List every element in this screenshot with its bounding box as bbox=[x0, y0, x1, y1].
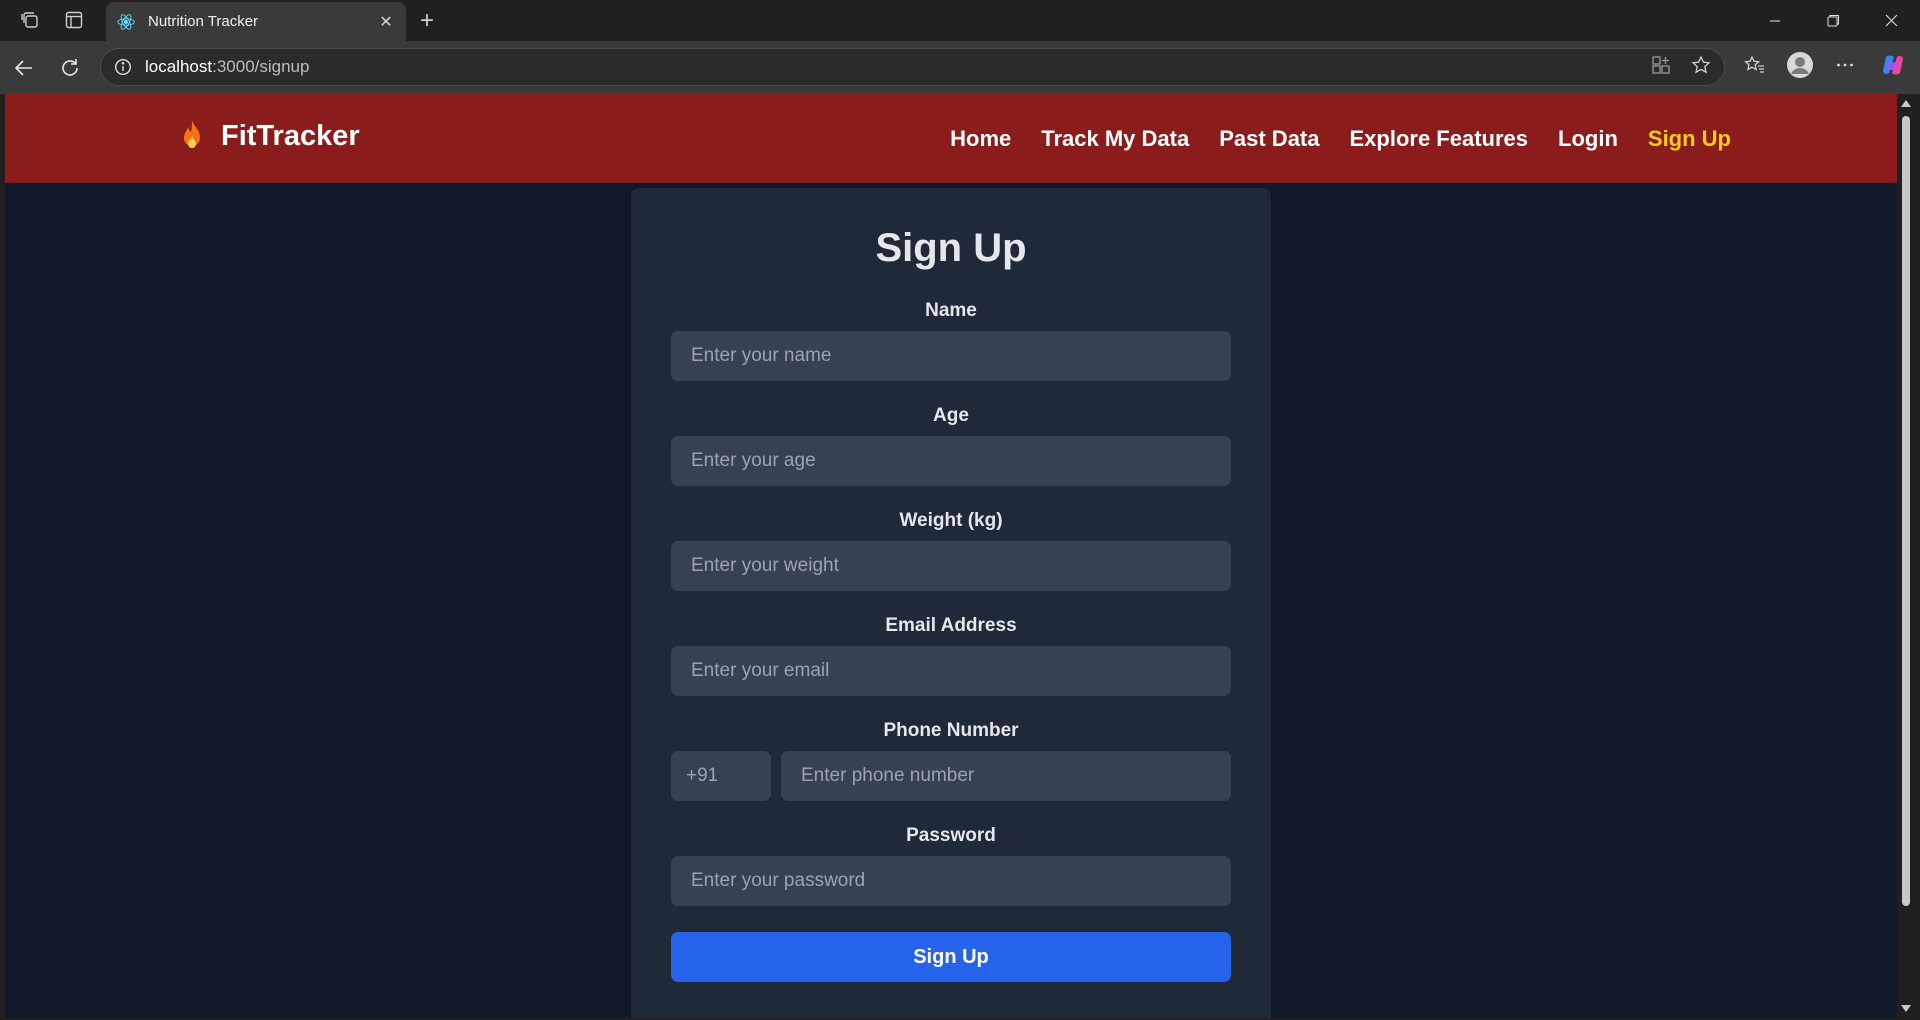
reload-icon[interactable] bbox=[57, 55, 83, 81]
react-favicon-icon bbox=[116, 12, 136, 32]
form-title: Sign Up bbox=[875, 226, 1027, 270]
page-viewport: FitTracker Home Track My Data Past Data … bbox=[5, 94, 1897, 1018]
close-window-icon[interactable] bbox=[1862, 0, 1920, 41]
more-options-icon[interactable] bbox=[1830, 50, 1860, 80]
nav-link-explore-features[interactable]: Explore Features bbox=[1350, 126, 1529, 152]
scroll-up-arrow-icon[interactable] bbox=[1901, 100, 1911, 107]
name-input[interactable] bbox=[671, 331, 1231, 381]
back-icon[interactable] bbox=[11, 55, 37, 81]
url-path: :3000/signup bbox=[212, 57, 310, 76]
workspaces-icon[interactable] bbox=[19, 9, 41, 31]
email-label: Email Address bbox=[885, 615, 1017, 636]
nav-link-login[interactable]: Login bbox=[1558, 126, 1618, 152]
password-label: Password bbox=[906, 825, 996, 846]
flame-icon bbox=[184, 120, 200, 148]
sign-up-button[interactable]: Sign Up bbox=[671, 932, 1231, 982]
brand-logo[interactable]: FitTracker bbox=[177, 119, 360, 153]
brand-name: FitTracker bbox=[221, 119, 360, 152]
age-label: Age bbox=[933, 405, 969, 426]
active-tab[interactable]: Nutrition Tracker ✕ bbox=[106, 2, 406, 41]
app-available-icon[interactable] bbox=[1646, 50, 1676, 80]
age-input[interactable] bbox=[671, 436, 1231, 486]
new-tab-icon[interactable]: + bbox=[414, 7, 440, 34]
name-label: Name bbox=[925, 300, 977, 321]
weight-label: Weight (kg) bbox=[899, 510, 1003, 531]
browser-tab-bar: Nutrition Tracker ✕ + bbox=[0, 0, 1920, 41]
close-tab-icon[interactable]: ✕ bbox=[376, 12, 396, 32]
copilot-icon[interactable] bbox=[1878, 50, 1908, 80]
favorite-star-icon[interactable] bbox=[1686, 50, 1716, 80]
tab-title: Nutrition Tracker bbox=[148, 13, 259, 30]
site-navbar: FitTracker Home Track My Data Past Data … bbox=[5, 94, 1897, 183]
nav-link-track-my-data[interactable]: Track My Data bbox=[1041, 126, 1189, 152]
signup-card: Sign Up Name Age Weight (kg) Email Addre… bbox=[631, 188, 1271, 1018]
nav-link-sign-up[interactable]: Sign Up bbox=[1648, 126, 1731, 152]
weight-input[interactable] bbox=[671, 541, 1231, 591]
vertical-tabs-icon[interactable] bbox=[63, 9, 85, 31]
favorites-icon[interactable] bbox=[1740, 50, 1770, 80]
page-scrollbar[interactable] bbox=[1897, 94, 1915, 1018]
nav-link-past-data[interactable]: Past Data bbox=[1219, 126, 1319, 152]
main-menu: Home Track My Data Past Data Explore Fea… bbox=[950, 94, 1731, 183]
country-code-field[interactable]: +91 bbox=[671, 751, 771, 801]
address-bar[interactable]: localhost:3000/signup bbox=[100, 48, 1725, 86]
profile-avatar-icon[interactable] bbox=[1785, 50, 1815, 80]
restore-icon[interactable] bbox=[1804, 0, 1862, 41]
email-input[interactable] bbox=[671, 646, 1231, 696]
phone-input[interactable] bbox=[781, 751, 1231, 801]
url-host: localhost bbox=[145, 57, 213, 76]
site-info-icon[interactable] bbox=[113, 57, 133, 77]
minimize-icon[interactable] bbox=[1746, 0, 1804, 41]
phone-label: Phone Number bbox=[883, 720, 1019, 741]
browser-toolbar: localhost:3000/signup bbox=[0, 41, 1920, 94]
password-input[interactable] bbox=[671, 856, 1231, 906]
scroll-down-arrow-icon[interactable] bbox=[1901, 1005, 1911, 1012]
scrollbar-thumb[interactable] bbox=[1902, 116, 1910, 906]
nav-link-home[interactable]: Home bbox=[950, 126, 1011, 152]
